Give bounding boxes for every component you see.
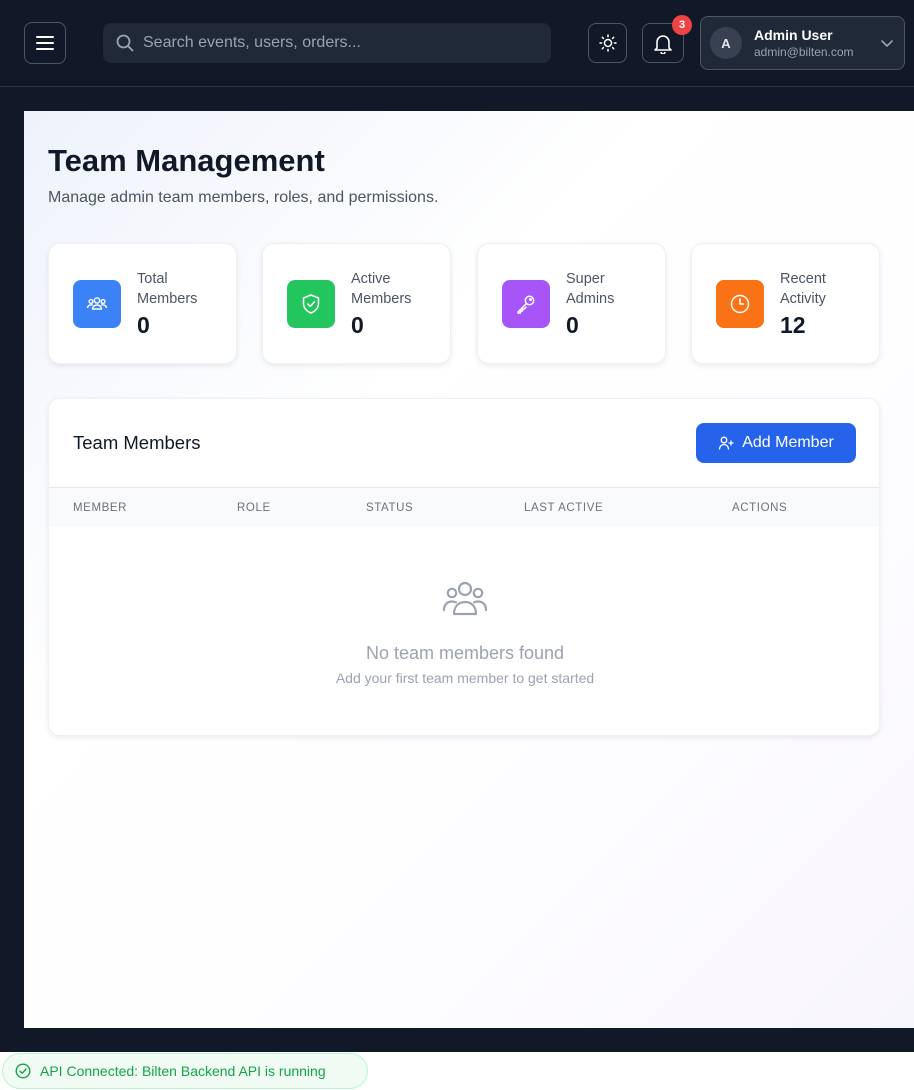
- users-icon: [86, 297, 108, 310]
- users-icon: [442, 581, 488, 616]
- stat-value: 0: [137, 312, 150, 338]
- top-bar: 3 A Admin User admin@bilten.com: [0, 0, 914, 87]
- stat-value: 0: [351, 312, 364, 338]
- section-title: Team Members: [73, 432, 201, 453]
- chevron-down-icon: [881, 40, 893, 47]
- clock-icon: [730, 294, 750, 314]
- user-info: Admin User admin@bilten.com: [754, 26, 854, 60]
- column-header-last-active[interactable]: LAST ACTIVE: [524, 502, 603, 514]
- shield-check-icon: [302, 294, 320, 314]
- user-name: Admin User: [754, 27, 833, 43]
- sun-icon: [598, 34, 617, 52]
- user-plus-icon: [719, 436, 734, 450]
- search-input[interactable]: [143, 34, 523, 52]
- hamburger-icon: [36, 36, 54, 50]
- notification-badge: 3: [672, 15, 692, 35]
- bell-icon: [654, 35, 672, 54]
- column-header-status[interactable]: STATUS: [366, 502, 413, 514]
- stat-card-super-admins: Super Admins 0: [477, 243, 666, 364]
- stat-icon-bg: [716, 280, 764, 328]
- page-title: Team Management: [48, 143, 325, 178]
- column-header-actions: ACTIONS: [732, 502, 788, 514]
- column-header-role[interactable]: ROLE: [237, 502, 271, 514]
- search-icon: [116, 34, 134, 52]
- theme-toggle-button[interactable]: [588, 23, 627, 63]
- api-status-badge: API Connected: Bilten Backend API is run…: [2, 1053, 368, 1089]
- team-members-panel: Team Members Add Member MEMBER ROLE STAT…: [48, 398, 880, 736]
- stat-label: Active Members: [351, 271, 412, 307]
- avatar: A: [710, 27, 742, 59]
- user-menu[interactable]: A Admin User admin@bilten.com: [700, 16, 905, 70]
- stat-card-active-members: Active Members 0: [262, 243, 451, 364]
- stat-icon-bg: [73, 280, 121, 328]
- stat-label: Total Members: [137, 271, 198, 307]
- stat-value: 12: [780, 312, 806, 338]
- stat-icon-bg: [287, 280, 335, 328]
- api-status-text: API Connected: Bilten Backend API is run…: [40, 1063, 326, 1079]
- add-member-button[interactable]: Add Member: [696, 423, 856, 463]
- stat-card-total-members: Total Members 0: [48, 243, 237, 364]
- table-header: MEMBER ROLE STATUS LAST ACTIVE ACTIONS: [49, 487, 879, 527]
- empty-state-title: No team members found: [365, 643, 565, 663]
- stat-value: 0: [566, 312, 579, 338]
- page-subtitle: Manage admin team members, roles, and pe…: [48, 189, 439, 206]
- add-member-label: Add Member: [742, 434, 834, 451]
- stat-label: Recent Activity: [780, 271, 826, 307]
- key-icon: [517, 295, 535, 314]
- search-bar: [103, 23, 551, 63]
- stat-label: Super Admins: [566, 271, 615, 307]
- stat-icon-bg: [502, 280, 550, 328]
- check-circle-icon: [15, 1063, 31, 1079]
- user-email: admin@bilten.com: [754, 45, 854, 59]
- empty-state-subtitle: Add your first team member to get starte…: [335, 670, 595, 686]
- menu-toggle-button[interactable]: [24, 22, 66, 64]
- stat-card-recent-activity: Recent Activity 12: [691, 243, 880, 364]
- main-content: Team Management Manage admin team member…: [24, 111, 914, 1028]
- column-header-member[interactable]: MEMBER: [73, 502, 127, 514]
- notifications-button[interactable]: 3: [642, 15, 692, 63]
